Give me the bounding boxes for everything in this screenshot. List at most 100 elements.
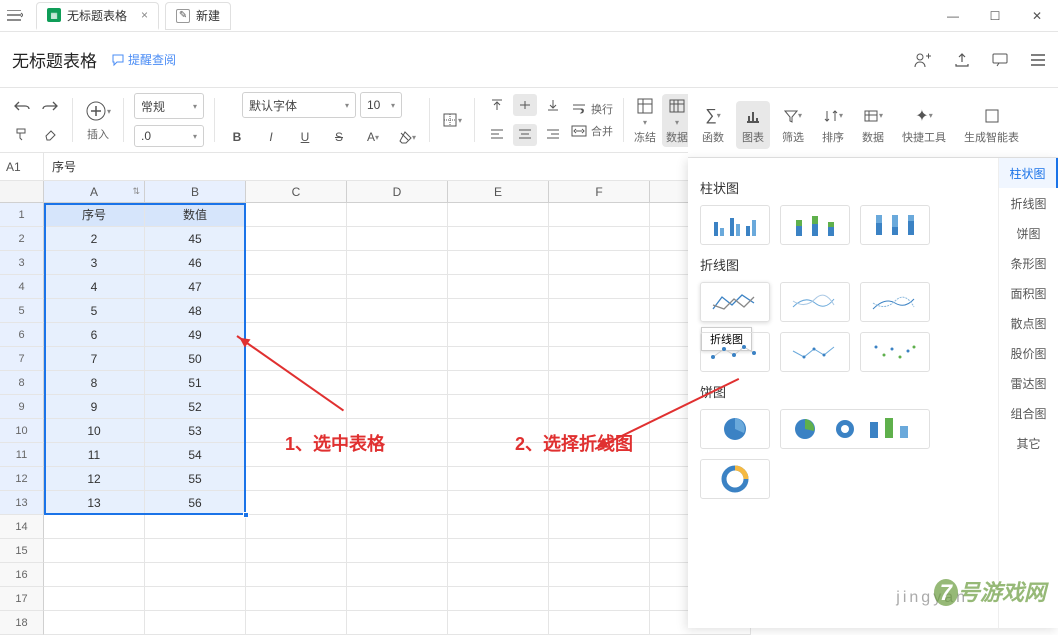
row-header-14[interactable]: 14 [0, 515, 44, 539]
cell-B18[interactable] [145, 611, 246, 635]
align-left[interactable] [485, 124, 509, 146]
valign-top[interactable] [485, 94, 509, 116]
cell-B16[interactable] [145, 563, 246, 587]
cell-E2[interactable] [448, 227, 549, 251]
cell-D8[interactable] [347, 371, 448, 395]
decimal-dropdown[interactable]: .0▾ [134, 125, 204, 147]
close-button[interactable]: ✕ [1016, 0, 1058, 32]
valign-bottom[interactable] [541, 94, 565, 116]
cell-E1[interactable] [448, 203, 549, 227]
cell-C2[interactable] [246, 227, 347, 251]
bar-chart-100[interactable] [860, 205, 930, 245]
cell-D2[interactable] [347, 227, 448, 251]
cell-C7[interactable] [246, 347, 347, 371]
cell-D13[interactable] [347, 491, 448, 515]
line-chart-markers[interactable] [700, 332, 770, 372]
cell-C1[interactable] [246, 203, 347, 227]
cell-C8[interactable] [246, 371, 347, 395]
more-menu-icon[interactable] [1030, 53, 1046, 67]
selection-handle[interactable] [243, 512, 249, 518]
cell-E15[interactable] [448, 539, 549, 563]
valign-middle[interactable] [513, 94, 537, 116]
cell-F5[interactable] [549, 299, 650, 323]
row-header-5[interactable]: 5 [0, 299, 44, 323]
cell-F2[interactable] [549, 227, 650, 251]
col-header-E[interactable]: E [448, 181, 549, 202]
fill-color-button[interactable]: ▾ [395, 126, 419, 148]
border-button[interactable]: ▾ [440, 109, 464, 131]
row-header-8[interactable]: 8 [0, 371, 44, 395]
cell-A16[interactable] [44, 563, 145, 587]
cell-C4[interactable] [246, 275, 347, 299]
cell-F1[interactable] [549, 203, 650, 227]
cell-E12[interactable] [448, 467, 549, 491]
line-chart-dots[interactable] [860, 332, 930, 372]
cell-C16[interactable] [246, 563, 347, 587]
bold-button[interactable]: B [225, 126, 249, 148]
minimize-button[interactable]: — [932, 0, 974, 32]
cell-D7[interactable] [347, 347, 448, 371]
cell-E18[interactable] [448, 611, 549, 635]
line-chart-basic[interactable]: 折线图 [700, 282, 770, 322]
chart-type-7[interactable]: 雷达图 [999, 368, 1058, 398]
cell-D12[interactable] [347, 467, 448, 491]
remind-link[interactable]: 提醒查阅 [111, 51, 176, 68]
cell-C13[interactable] [246, 491, 347, 515]
col-header-B[interactable]: B [145, 181, 246, 202]
chart-type-2[interactable]: 饼图 [999, 218, 1058, 248]
cell-F12[interactable] [549, 467, 650, 491]
chart-type-6[interactable]: 股价图 [999, 338, 1058, 368]
cell-C6[interactable] [246, 323, 347, 347]
row-header-17[interactable]: 17 [0, 587, 44, 611]
cell-F14[interactable] [549, 515, 650, 539]
line-chart-area[interactable] [860, 282, 930, 322]
cell-B1[interactable]: 数值 [145, 203, 246, 227]
cell-E5[interactable] [448, 299, 549, 323]
quick-tools[interactable]: ✦▾快捷工具 [896, 101, 952, 149]
pie-chart-multi[interactable] [780, 409, 930, 449]
cell-B11[interactable]: 54 [145, 443, 246, 467]
cell-E6[interactable] [448, 323, 549, 347]
cell-E8[interactable] [448, 371, 549, 395]
cell-F3[interactable] [549, 251, 650, 275]
insert-button[interactable]: ▾ [83, 98, 113, 124]
cell-A7[interactable]: 7 [44, 347, 145, 371]
formula-input[interactable]: 序号 [44, 158, 84, 175]
cell-B3[interactable]: 46 [145, 251, 246, 275]
cell-A1[interactable]: 序号 [44, 203, 145, 227]
cell-E17[interactable] [448, 587, 549, 611]
cell-A15[interactable] [44, 539, 145, 563]
eraser-button[interactable] [38, 123, 62, 145]
chart-type-9[interactable]: 其它 [999, 428, 1058, 458]
merge-button[interactable]: 合并 [571, 123, 613, 139]
chart-type-0[interactable]: 柱状图 [999, 158, 1058, 188]
cell-B6[interactable]: 49 [145, 323, 246, 347]
cell-B10[interactable]: 53 [145, 419, 246, 443]
cell-A17[interactable] [44, 587, 145, 611]
pie-chart-basic[interactable] [700, 409, 770, 449]
bar-chart-clustered[interactable] [700, 205, 770, 245]
cell-D15[interactable] [347, 539, 448, 563]
row-header-18[interactable]: 18 [0, 611, 44, 635]
cell-A13[interactable]: 13 [44, 491, 145, 515]
cell-E9[interactable] [448, 395, 549, 419]
cell-A2[interactable]: 2 [44, 227, 145, 251]
cell-E13[interactable] [448, 491, 549, 515]
cell-F8[interactable] [549, 371, 650, 395]
wrap-button[interactable]: 换行 [571, 101, 613, 117]
cell-B14[interactable] [145, 515, 246, 539]
align-center[interactable] [513, 124, 537, 146]
chart-type-3[interactable]: 条形图 [999, 248, 1058, 278]
font-dropdown[interactable]: 默认字体▾ [242, 92, 356, 118]
function-tool[interactable]: ∑▾函数 [696, 101, 730, 149]
comment-icon[interactable] [992, 52, 1008, 68]
cell-E7[interactable] [448, 347, 549, 371]
cell-D6[interactable] [347, 323, 448, 347]
cell-B17[interactable] [145, 587, 246, 611]
col-header-A[interactable]: A⇅ [44, 181, 145, 202]
row-header-7[interactable]: 7 [0, 347, 44, 371]
sort-tool[interactable]: ▾排序 [816, 101, 850, 149]
add-user-icon[interactable] [912, 51, 932, 69]
freeze-button[interactable]: ▾ 冻结 [634, 96, 656, 145]
cell-D17[interactable] [347, 587, 448, 611]
